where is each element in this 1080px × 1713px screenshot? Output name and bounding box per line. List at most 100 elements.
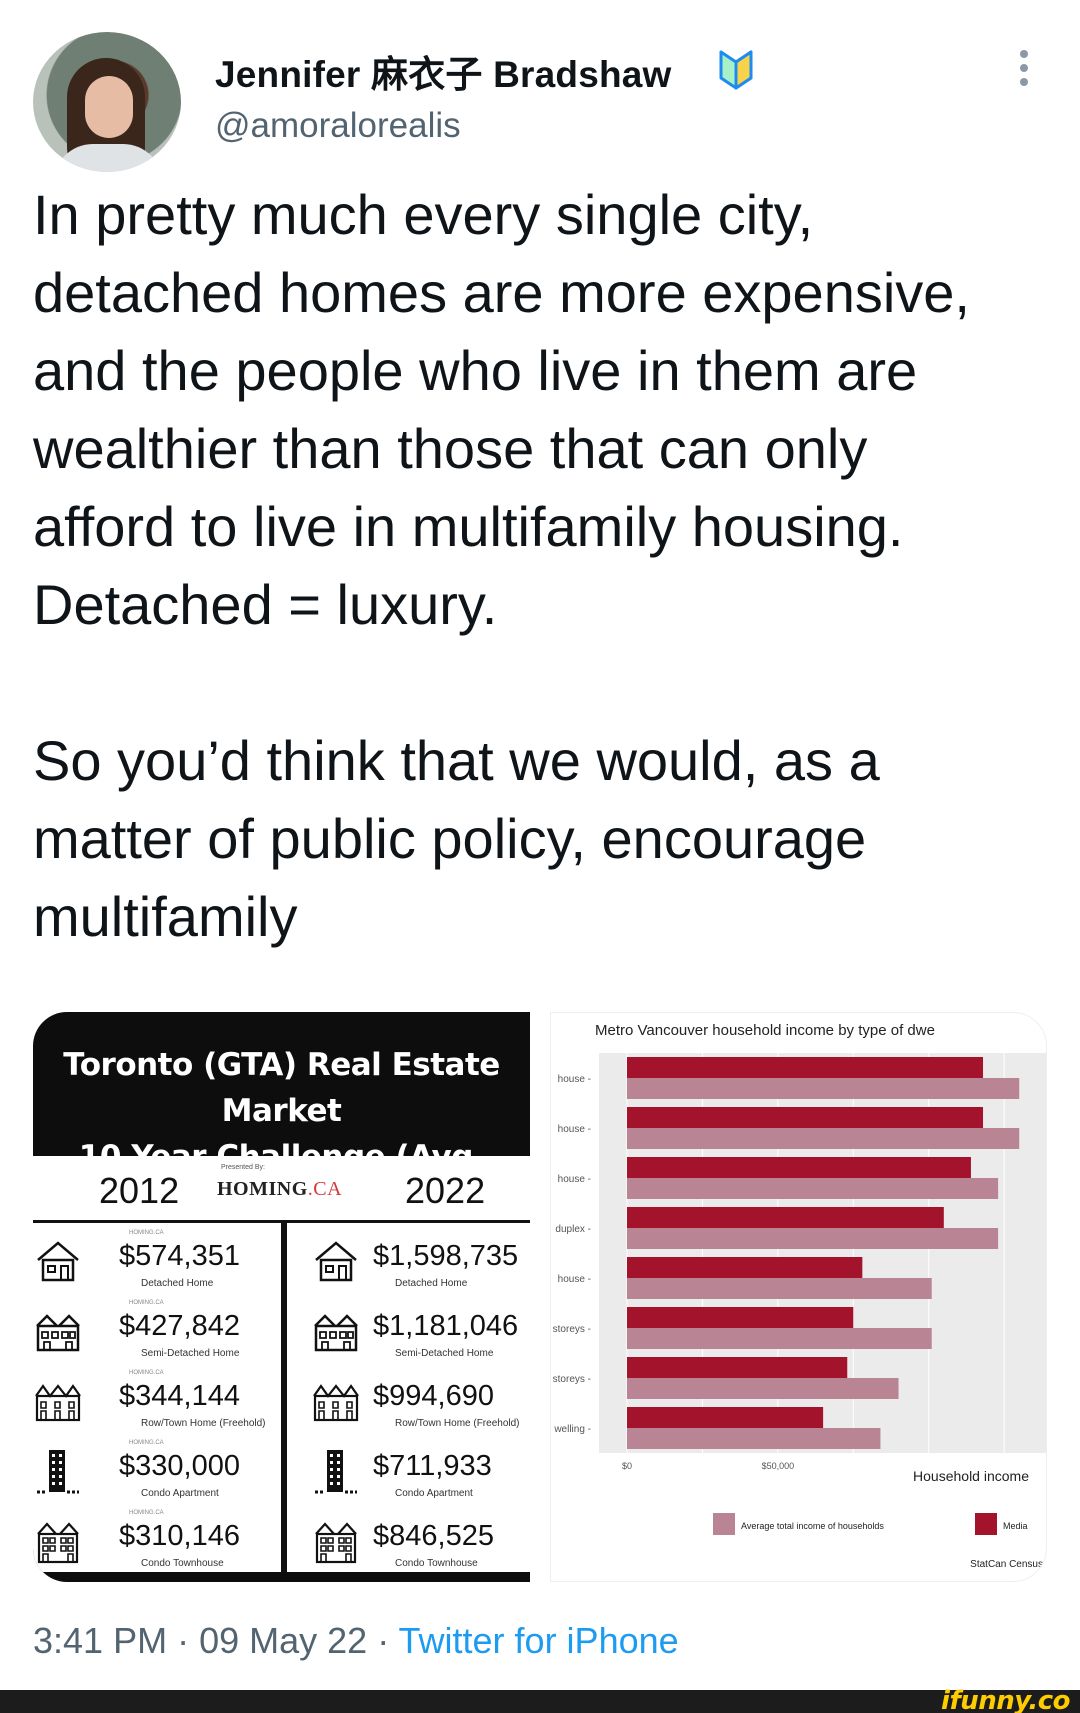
- toronto-row-2022: HOMING.CA $711,933 Condo Apartment: [287, 1444, 530, 1514]
- row-brand: HOMING.CA: [383, 1514, 418, 1516]
- legend-label-median: Media: [1003, 1521, 1028, 1531]
- condo-tower-icon: [313, 1448, 359, 1494]
- price-2012: $310,146: [119, 1520, 240, 1552]
- toronto-row-2022: HOMING.CA $1,181,046 Semi-Detached Home: [287, 1304, 530, 1374]
- watermark-bar: [0, 1690, 1080, 1713]
- bar-median: [627, 1157, 971, 1178]
- bar-median: [627, 1257, 863, 1278]
- property-type-label: Condo Apartment: [395, 1488, 473, 1499]
- house-icon: [313, 1238, 359, 1284]
- bar-median: [627, 1307, 854, 1328]
- price-2012: $330,000: [119, 1450, 240, 1482]
- tweet-text: In pretty much every single city, detach…: [33, 183, 970, 948]
- bar-average: [627, 1228, 999, 1249]
- beginner-badge-icon: [719, 50, 753, 90]
- user-handle[interactable]: @amoralorealis: [215, 106, 461, 146]
- y-tick-label: storeys -: [553, 1374, 591, 1385]
- row-brand: HOMING.CA: [383, 1374, 418, 1376]
- row-brand: HOMING.CA: [129, 1300, 164, 1306]
- y-tick-label: house -: [558, 1124, 591, 1135]
- tweet-time[interactable]: 3:41 PM: [33, 1620, 167, 1661]
- price-2012: $427,842: [119, 1310, 240, 1342]
- legend-label-average: Average total income of households: [741, 1521, 884, 1531]
- year-left: 2012: [99, 1170, 180, 1211]
- bar-median: [627, 1107, 984, 1128]
- legend-swatch-average: [713, 1513, 735, 1535]
- price-2012: $344,144: [119, 1380, 240, 1412]
- vancouver-income-chart: Metro Vancouver household income by type…: [553, 1022, 1046, 1570]
- avatar-face: [85, 76, 133, 138]
- y-tick-label: house -: [558, 1074, 591, 1085]
- toronto-panel: 2012 Presented By: HOMING.CA 2022 HOMING…: [33, 1156, 530, 1572]
- property-type-label: Row/Town Home (Freehold): [395, 1418, 520, 1429]
- property-type-label: Semi-Detached Home: [141, 1348, 240, 1359]
- bar-average: [627, 1078, 1020, 1099]
- townhouse-icon: [35, 1378, 81, 1424]
- toronto-title-line1: Toronto (GTA) Real Estate Market: [63, 1047, 500, 1129]
- townhouse-icon: [313, 1378, 359, 1424]
- property-type-label: Condo Townhouse: [141, 1558, 224, 1569]
- row-brand: HOMING.CA: [383, 1444, 418, 1446]
- homing-logo-suffix: .CA: [307, 1178, 343, 1200]
- tweet-image-toronto[interactable]: Toronto (GTA) Real Estate Market 10 Year…: [33, 1012, 530, 1582]
- toronto-row-2022: HOMING.CA $846,525 Condo Townhouse: [287, 1514, 530, 1582]
- row-brand: HOMING.CA: [129, 1230, 164, 1236]
- row-brand: HOMING.CA: [383, 1304, 418, 1306]
- x-tick-label: $50,000: [762, 1461, 795, 1471]
- bar-average: [627, 1328, 932, 1349]
- bar-average: [627, 1278, 932, 1299]
- bar-average: [627, 1428, 881, 1449]
- tweet-source-link[interactable]: Twitter for iPhone: [399, 1620, 679, 1661]
- row-brand: HOMING.CA: [129, 1440, 164, 1446]
- price-2022: $1,598,735: [373, 1240, 519, 1272]
- bar-median: [627, 1407, 824, 1428]
- y-tick-label: welling -: [553, 1424, 591, 1435]
- x-axis-label: Household income: [913, 1468, 1029, 1484]
- ifunny-watermark: ifunny.co: [941, 1686, 1070, 1713]
- chart-title: Metro Vancouver household income by type…: [595, 1022, 935, 1039]
- house-icon: [35, 1238, 81, 1284]
- bar-average: [627, 1378, 899, 1399]
- price-2022: $711,933: [373, 1450, 492, 1482]
- toronto-row-2012: HOMING.CA $344,144 Row/Town Home (Freehold…: [33, 1370, 281, 1444]
- condo-tower-icon: [35, 1448, 81, 1494]
- row-brand: HOMING.CA: [383, 1234, 418, 1236]
- avatar[interactable]: [33, 32, 181, 172]
- tweet-meta: 3:41 PM · 09 May 22 · Twitter for iPhone: [33, 1620, 679, 1662]
- tweet-date[interactable]: 09 May 22: [199, 1620, 367, 1661]
- legend-swatch-median: [975, 1513, 997, 1535]
- y-tick-label: duplex -: [555, 1224, 591, 1235]
- bar-average: [627, 1128, 1020, 1149]
- semi-detached-icon: [35, 1308, 81, 1354]
- price-2012: $574,351: [119, 1240, 240, 1272]
- condo-townhouse-icon: [313, 1518, 359, 1564]
- bar-median: [627, 1357, 848, 1378]
- toronto-row-2022: HOMING.CA $1,598,735 Detached Home: [287, 1234, 530, 1304]
- bar-average: [627, 1178, 999, 1199]
- bar-median: [627, 1057, 984, 1078]
- presented-by-label: Presented By:: [221, 1164, 265, 1171]
- row-brand: HOMING.CA: [129, 1510, 164, 1516]
- y-tick-label: storeys -: [553, 1324, 591, 1335]
- year-right: 2022: [405, 1170, 486, 1211]
- chart-source: StatCan Census: [970, 1559, 1043, 1570]
- property-type-label: Row/Town Home (Freehold): [141, 1418, 266, 1429]
- toronto-row-2012: HOMING.CA $574,351 Detached Home: [33, 1230, 281, 1304]
- toronto-row-2012: HOMING.CA $330,000 Condo Apartment: [33, 1440, 281, 1514]
- meta-separator: ·: [367, 1620, 399, 1661]
- price-2022: $846,525: [373, 1520, 494, 1552]
- meta-separator: ·: [167, 1620, 200, 1661]
- y-tick-label: house -: [558, 1274, 591, 1285]
- y-tick-label: house -: [558, 1174, 591, 1185]
- condo-townhouse-icon: [35, 1518, 81, 1564]
- property-type-label: Detached Home: [141, 1278, 214, 1289]
- x-tick-label: $0: [622, 1461, 632, 1471]
- property-type-label: Detached Home: [395, 1278, 468, 1289]
- more-options-icon[interactable]: [1012, 46, 1036, 90]
- tweet-image-vancouver-chart[interactable]: Metro Vancouver household income by type…: [550, 1012, 1047, 1582]
- property-type-label: Condo Apartment: [141, 1488, 219, 1499]
- user-display-name[interactable]: Jennifer 麻衣子 Bradshaw: [215, 44, 672, 98]
- row-brand: HOMING.CA: [129, 1370, 164, 1376]
- toronto-row-2012: HOMING.CA $310,146 Condo Townhouse: [33, 1510, 281, 1582]
- bar-median: [627, 1207, 944, 1228]
